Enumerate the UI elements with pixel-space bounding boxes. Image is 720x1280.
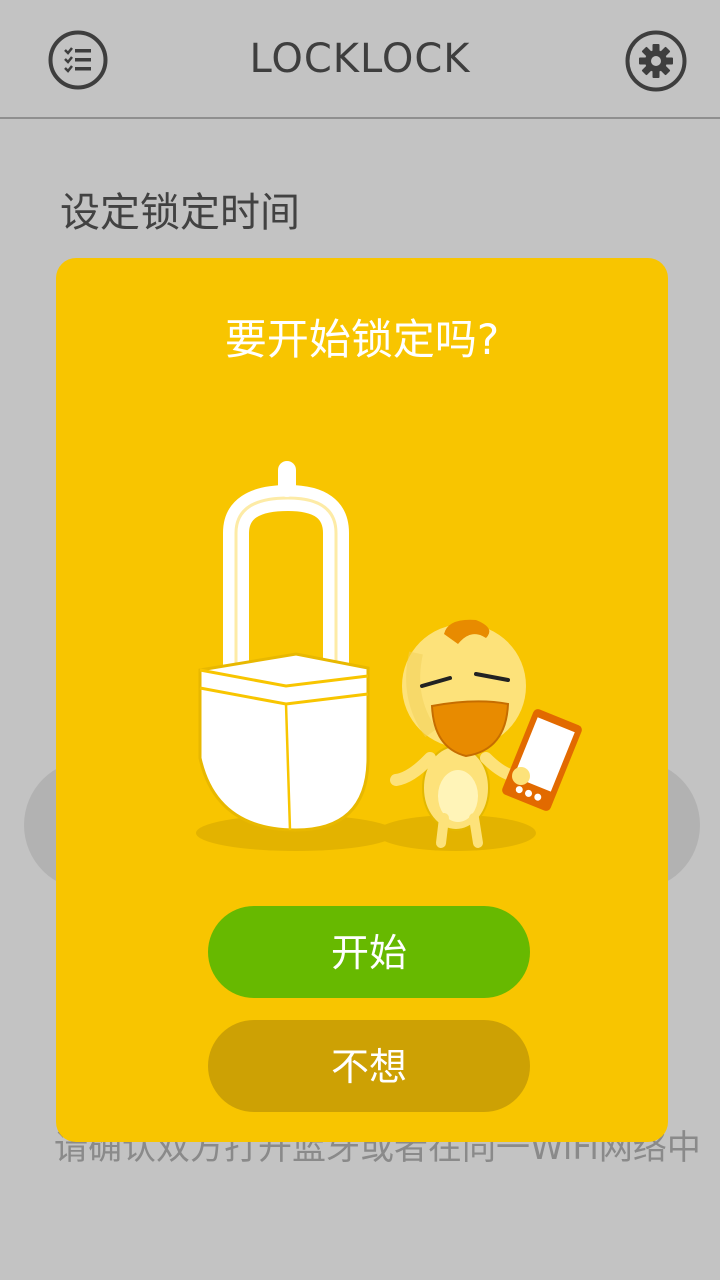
padlock-chick-illustration [196, 461, 582, 851]
section-title: 设定锁定时间 [60, 190, 300, 236]
gear-icon [625, 30, 687, 92]
start-button[interactable]: 开始 [208, 906, 530, 998]
dialog-title: 要开始锁定吗? [224, 315, 500, 364]
settings-button[interactable] [625, 30, 687, 92]
screen: LOCKLOCK 设定锁定时间 请确认双方打开蓝牙或者在同一WiFi网络中 要开… [0, 0, 720, 1280]
cancel-button[interactable]: 不想 [208, 1020, 530, 1112]
start-lock-dialog: 要开始锁定吗? 开始 不想 [56, 258, 668, 1142]
app-title: LOCKLOCK [249, 36, 471, 82]
app-header: LOCKLOCK [0, 0, 720, 119]
